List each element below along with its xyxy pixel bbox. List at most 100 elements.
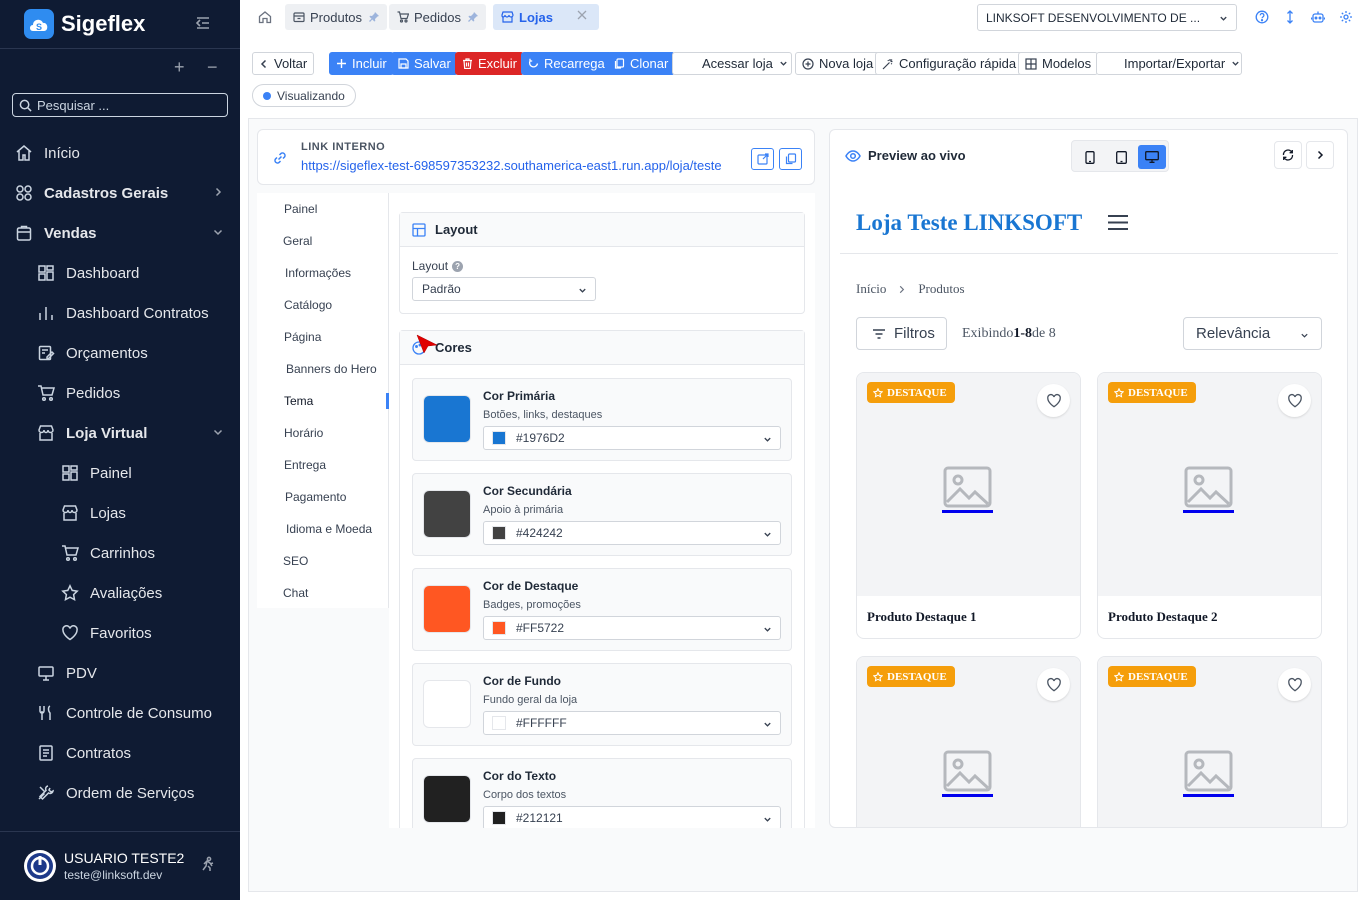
avatar[interactable] [24,850,56,882]
sidebar-item-painel[interactable]: Painel [0,453,240,493]
sidebar-item-favoritos[interactable]: Favoritos [0,613,240,653]
sidebar-item-vendas[interactable]: Vendas [0,213,240,253]
new-store-button[interactable]: Nova loja [795,52,881,75]
breadcrumb-home[interactable]: Início [856,281,886,297]
back-button[interactable]: Voltar [252,52,315,75]
sidebar-item-dashboard[interactable]: Dashboard [0,253,240,293]
product-card[interactable]: DESTAQUE Produto Destaque 1 [856,372,1081,639]
color-value-select[interactable]: #FF5722 [483,616,781,640]
sidebar-item-carrinhos[interactable]: Carrinhos [0,533,240,573]
favorite-button[interactable] [1037,668,1070,701]
import-export-button[interactable]: Importar/Exportar [1096,52,1242,75]
color-swatch[interactable] [423,585,471,633]
refresh-preview-button[interactable] [1274,141,1302,169]
collapse-all-icon[interactable]: − [207,57,218,78]
sidebar-item-pedidos[interactable]: Pedidos [0,373,240,413]
sidebar-item-contratos[interactable]: Contratos [0,733,240,773]
collapse-preview-button[interactable] [1306,141,1334,169]
home-icon[interactable] [258,10,272,24]
settings-nav-informacoes[interactable]: Informações [285,257,351,289]
expand-all-icon[interactable]: + [174,57,185,78]
product-image[interactable]: DESTAQUE [1098,373,1321,596]
robot-icon[interactable] [1311,10,1325,24]
sidebar-item-dashboard-contratos[interactable]: Dashboard Contratos [0,293,240,333]
favorite-button[interactable] [1278,384,1311,417]
sidebar-item-loja-virtual[interactable]: Loja Virtual [0,413,240,453]
clone-button[interactable]: Clonar [607,52,676,75]
sort-select[interactable]: Relevância [1183,317,1322,350]
settings-nav-geral[interactable]: Geral [283,225,312,257]
product-card[interactable]: DESTAQUE [856,656,1081,827]
copy-link-button[interactable] [779,148,802,170]
gear-icon[interactable] [1339,10,1353,24]
settings-nav-idioma-e-moeda[interactable]: Idioma e Moeda [286,513,372,545]
product-card[interactable]: DESTAQUE [1097,656,1322,827]
menu-icon[interactable] [1108,214,1129,231]
tab-lojas[interactable]: Lojas [493,4,599,30]
color-title: Cor de Destaque [483,579,579,593]
search-input[interactable] [37,97,217,113]
save-button[interactable]: Salvar [391,52,458,75]
add-button[interactable]: Incluir [329,52,394,75]
sidebar-item-in-cio[interactable]: Início [0,133,240,173]
quick-config-button[interactable]: Configuração rápida [875,52,1024,75]
color-value-select[interactable]: #212121 [483,806,781,828]
settings-nav-banners-do-hero[interactable]: Banners do Hero [286,353,377,385]
link-url[interactable]: https://sigeflex-test-698597353232.south… [301,158,722,173]
mobile-device-button[interactable] [1076,145,1104,169]
product-card[interactable]: DESTAQUE Produto Destaque 2 [1097,372,1322,639]
settings-nav-pagina[interactable]: Página [284,321,321,353]
settings-nav-tema[interactable]: Tema [284,385,313,417]
color-swatch[interactable] [423,775,471,823]
sidebar-item-lojas[interactable]: Lojas [0,493,240,533]
templates-button[interactable]: Modelos [1018,52,1099,75]
color-value-select[interactable]: #424242 [483,521,781,545]
sidebar-search[interactable] [12,93,228,117]
logout-icon[interactable] [200,856,216,872]
desktop-device-button[interactable] [1138,145,1166,169]
settings-nav-chat[interactable]: Chat [283,577,308,609]
settings-nav-catalogo[interactable]: Catálogo [284,289,332,321]
delete-button[interactable]: Excluir [455,52,525,75]
close-tab-icon[interactable] [577,10,587,20]
settings-nav-horario[interactable]: Horário [284,417,323,449]
filters-button[interactable]: Filtros [856,317,947,350]
product-name[interactable]: Produto Destaque 2 [1108,609,1218,625]
help-icon[interactable] [1255,10,1269,24]
sidebar-item-ordem-de-servi-os[interactable]: Ordem de Serviços [0,773,240,813]
settings-nav-painel[interactable]: Painel [284,193,317,225]
settings-nav-seo[interactable]: SEO [283,545,308,577]
store-name[interactable]: Loja Teste LINKSOFT [856,210,1082,236]
color-swatch[interactable] [423,395,471,443]
product-image[interactable]: DESTAQUE [857,373,1080,596]
product-name[interactable]: Produto Destaque 1 [867,609,977,625]
favorite-button[interactable] [1037,384,1070,417]
product-image[interactable]: DESTAQUE [857,657,1080,827]
sidebar-item-pdv[interactable]: PDV [0,653,240,693]
tab-pedidos[interactable]: Pedidos [389,4,486,30]
sidebar-item-cadastros-gerais[interactable]: Cadastros Gerais [0,173,240,213]
sidebar-item-avalia-es[interactable]: Avaliações [0,573,240,613]
pin-icon[interactable] [369,12,380,22]
company-select[interactable]: LINKSOFT DESENVOLVIMENTO DE ... [977,4,1237,31]
color-value-select[interactable]: #FFFFFF [483,711,781,735]
tab-produtos[interactable]: Produtos [285,4,388,30]
settings-nav-entrega[interactable]: Entrega [284,449,326,481]
sidebar-item-or-amentos[interactable]: Orçamentos [0,333,240,373]
help-icon[interactable]: ? [452,260,464,272]
favorite-button[interactable] [1278,668,1311,701]
open-link-button[interactable] [751,148,774,170]
sort-arrows-icon[interactable] [1283,10,1297,24]
sidebar-item-controle-de-consumo[interactable]: Controle de Consumo [0,693,240,733]
collapse-sidebar-icon[interactable] [194,14,212,32]
color-swatch[interactable] [423,490,471,538]
reload-button[interactable]: Recarrega [521,52,612,75]
pin-icon[interactable] [467,12,478,22]
access-store-button[interactable]: Acessar loja [672,52,792,75]
product-image[interactable]: DESTAQUE [1098,657,1321,827]
tablet-device-button[interactable] [1107,145,1135,169]
color-swatch[interactable] [423,680,471,728]
layout-select[interactable]: Padrão [412,277,596,301]
settings-nav-pagamento[interactable]: Pagamento [285,481,346,513]
color-value-select[interactable]: #1976D2 [483,426,781,450]
